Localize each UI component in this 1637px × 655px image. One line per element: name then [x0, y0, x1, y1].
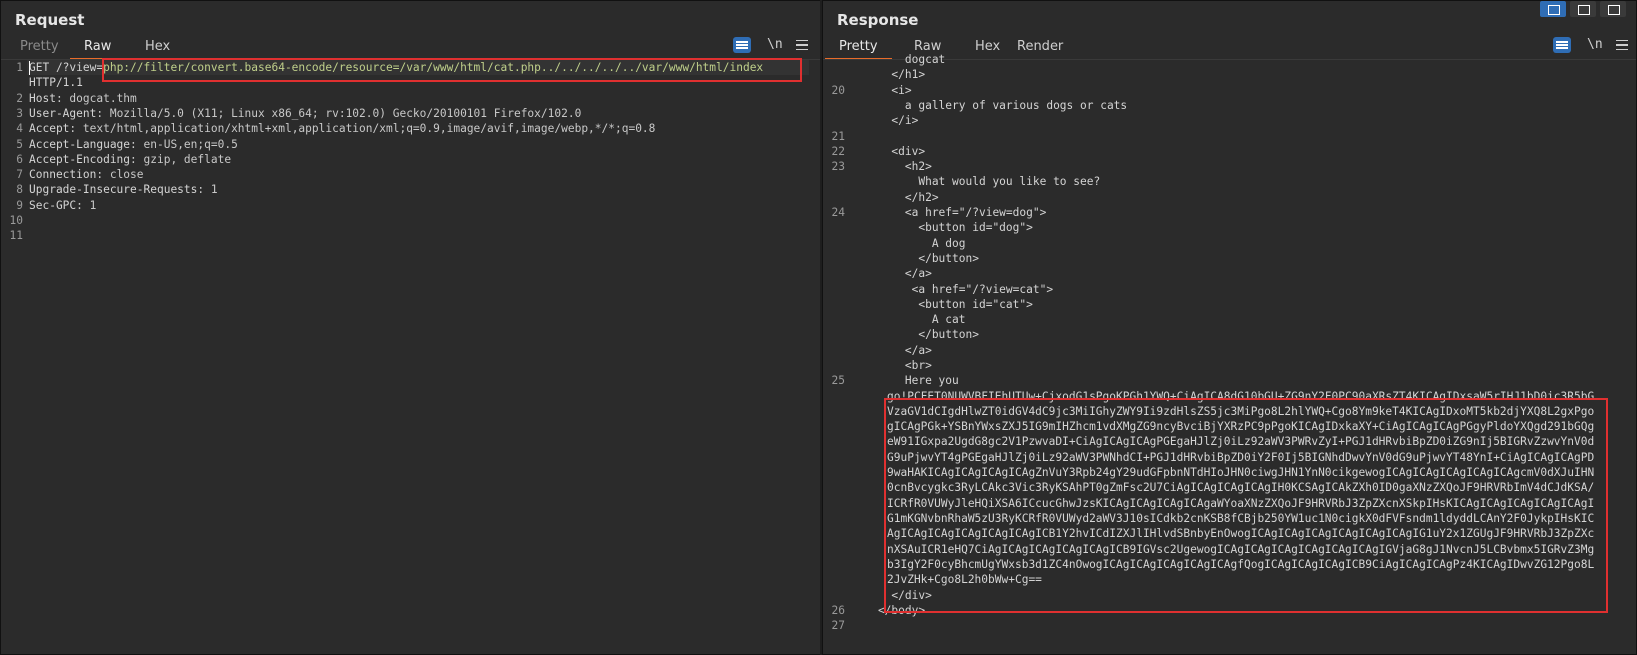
response-line: <a href="/?view=cat">: [851, 282, 1054, 296]
request-editor[interactable]: 1 GET /?view=php://filter/convert.base64-…: [1, 60, 821, 654]
menu-icon[interactable]: [1616, 40, 1628, 50]
line-number: 7: [16, 168, 23, 182]
layout-buttons: [1540, 1, 1630, 17]
line-part: : gzip, deflate: [130, 152, 232, 166]
text-caret: [29, 61, 30, 75]
line-number: 4: [16, 122, 23, 136]
response-line: <i>: [851, 83, 912, 97]
line-number: 21: [831, 129, 845, 143]
request-line: Accept-Encoding: gzip, deflate: [29, 152, 231, 167]
wrap-lines-icon[interactable]: [733, 37, 751, 53]
response-line: </a>: [851, 267, 932, 281]
response-line: Here you: [851, 374, 959, 388]
line-number: 11: [9, 229, 23, 243]
request-line: Accept-Language: en-US,en;q=0.5: [29, 137, 238, 152]
request-pane: Request Pretty Raw Hex \n 1 GET /?view=ph…: [0, 0, 822, 655]
response-line: <br>: [851, 359, 932, 372]
response-line: What would you like to see?: [851, 175, 1101, 189]
request-tabs: Pretty Raw Hex: [1, 35, 821, 60]
line-number: 20: [831, 83, 845, 97]
response-line: </button>: [851, 251, 979, 265]
line-part: Accept-Encoding: [29, 152, 131, 166]
line-part: : en-US,en;q=0.5: [130, 137, 238, 151]
request-line: Host: dogcat.thm: [29, 91, 137, 106]
request-line: HTTP/1.1: [29, 75, 83, 90]
line-number: 26: [831, 603, 845, 617]
line-number: 1: [16, 61, 23, 74]
menu-icon[interactable]: [796, 40, 808, 50]
layout-rows-icon[interactable]: [1570, 1, 1596, 17]
response-line: a gallery of various dogs or cats: [851, 98, 1128, 112]
line-part: Sec-GPC: [29, 198, 77, 212]
line-part: : 1: [197, 183, 218, 197]
response-line: </i>: [851, 114, 919, 128]
base64-highlight-box: [884, 398, 1608, 613]
line-number: 5: [16, 137, 23, 151]
line-number: 6: [16, 152, 23, 166]
wrap-lines-icon[interactable]: [1553, 37, 1571, 53]
line-number: 23: [831, 160, 845, 174]
response-line: A cat: [851, 313, 966, 327]
request-line: Accept: text/html,application/xhtml+xml,…: [29, 121, 655, 136]
request-line: User-Agent: Mozilla/5.0 (X11; Linux x86_…: [29, 106, 581, 121]
line-part: : Mozilla/5.0 (X11; Linux x86_64; rv:102…: [96, 106, 582, 120]
line-part: HTTP/1.1: [29, 76, 83, 90]
line-part: Host: [29, 91, 56, 105]
line-part: Accept-Language: [29, 137, 131, 151]
response-pane: Response Pretty Raw Hex Render \n dogcat…: [822, 0, 1637, 655]
request-line: Sec-GPC: 1: [29, 198, 96, 213]
line-part: User-Agent: [29, 106, 97, 120]
response-line: </button>: [851, 328, 979, 342]
response-line: <button id="dog">: [851, 221, 1033, 235]
line-part: : text/html,application/xhtml+xml,applic…: [69, 122, 656, 136]
line-number: 27: [831, 619, 845, 633]
line-part: Upgrade-Insecure-Requests: [29, 183, 198, 197]
line-part: : close: [96, 168, 144, 182]
request-title: Request: [15, 11, 85, 29]
line-part: Connection: [29, 168, 97, 182]
request-line: Upgrade-Insecure-Requests: 1: [29, 182, 218, 197]
response-line: </h1>: [851, 68, 926, 82]
tab-hex[interactable]: Hex: [145, 39, 170, 54]
response-line: <button id="cat">: [851, 297, 1033, 311]
line-part: : dogcat.thm: [55, 91, 137, 105]
line-part: : 1: [76, 198, 97, 212]
response-title: Response: [837, 11, 919, 29]
line-number: 22: [831, 144, 845, 158]
tab-render[interactable]: Render: [1017, 39, 1063, 54]
line-number: 9: [16, 198, 23, 212]
response-line: </a>: [851, 343, 932, 357]
response-toolbar: \n: [1553, 37, 1633, 55]
tab-hex[interactable]: Hex: [975, 39, 1000, 54]
line-number: 2: [16, 91, 23, 105]
line-number: 8: [16, 183, 23, 197]
request-toolbar: \n: [733, 37, 813, 55]
line-number: 3: [16, 106, 23, 120]
line-number: 24: [831, 206, 845, 219]
response-line: <a href="/?view=dog">: [851, 206, 1047, 219]
newline-icon[interactable]: \n: [1587, 37, 1603, 52]
newline-icon[interactable]: \n: [767, 37, 783, 52]
line-part: Accept: [29, 122, 70, 136]
line-part: GET /?view=: [29, 61, 104, 74]
tab-pretty[interactable]: Pretty: [20, 39, 59, 54]
line-number: 25: [831, 374, 845, 388]
response-line: <h2>: [851, 160, 932, 174]
response-line: </h2>: [851, 190, 939, 204]
request-line: Connection: close: [29, 167, 144, 182]
layout-single-icon[interactable]: [1600, 1, 1626, 17]
payload-highlight-box: [102, 58, 802, 82]
line-number: 10: [9, 214, 23, 227]
response-line: <div>: [851, 144, 926, 158]
response-line: A dog: [851, 236, 966, 250]
response-line: dogcat: [851, 53, 946, 66]
layout-split-icon[interactable]: [1540, 1, 1566, 17]
tab-raw[interactable]: Raw: [69, 39, 126, 60]
